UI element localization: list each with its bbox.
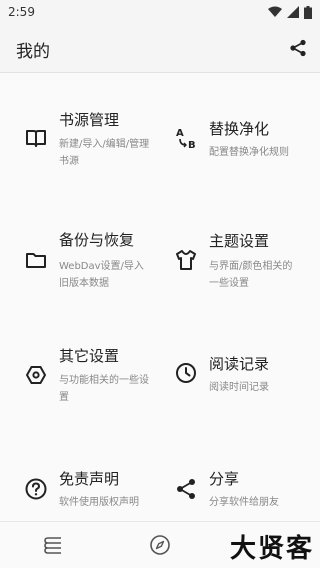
clock-icon <box>176 363 196 383</box>
compass-icon[interactable] <box>149 534 171 556</box>
status-icons <box>268 5 312 19</box>
app-bar: 我的 <box>0 24 320 73</box>
page-title: 我的 <box>16 42 50 62</box>
help-circle-icon <box>25 478 47 500</box>
menu-item-replace[interactable]: A B 替换净化 配置替换净化规则 <box>160 73 320 185</box>
watermark: 大贤客 <box>229 534 314 564</box>
battery-icon <box>304 5 312 19</box>
menu-item-book-source[interactable]: 书源管理 新建/导入/编辑/管理书源 <box>0 73 160 185</box>
share-icon <box>177 479 195 499</box>
svg-text:B: B <box>188 140 196 150</box>
menu-item-other-settings[interactable]: 其它设置 与功能相关的一些设置 <box>0 297 160 409</box>
book-icon <box>26 130 46 147</box>
signal-icon <box>287 6 299 18</box>
menu-item-desc: 阅读时间记录 <box>209 382 269 393</box>
menu-item-desc: 分享软件给朋友 <box>209 497 279 508</box>
share-icon[interactable] <box>288 38 308 58</box>
menu-item-title: 免责声明 <box>59 470 120 488</box>
svg-text:A: A <box>176 128 184 139</box>
menu-item-theme[interactable]: 主题设置 与界面/颜色相关的一些设置 <box>160 185 320 297</box>
folder-icon <box>26 253 46 268</box>
bookshelf-icon[interactable] <box>43 534 65 556</box>
wifi-icon <box>268 6 282 17</box>
menu-item-title: 其它设置 <box>59 347 120 365</box>
menu-item-desc: WebDav设置/导入旧版本数据 <box>59 261 144 289</box>
status-time: 2:59 <box>8 5 35 19</box>
menu-item-desc: 软件使用版权声明 <box>59 497 139 508</box>
menu-item-desc: 配置替换净化规则 <box>209 147 289 158</box>
menu-item-title: 阅读记录 <box>209 355 270 373</box>
settings-hex-icon <box>26 366 46 384</box>
menu-item-title: 替换净化 <box>209 120 270 138</box>
menu-item-desc: 新建/导入/编辑/管理书源 <box>59 139 150 167</box>
menu-item-desc: 与功能相关的一些设置 <box>59 375 149 403</box>
tshirt-icon <box>176 250 196 270</box>
status-bar: 2:59 <box>0 0 320 24</box>
replace-ab-icon: A B <box>176 128 196 150</box>
menu-item-title: 主题设置 <box>209 232 270 250</box>
menu-item-disclaimer[interactable]: 免责声明 软件使用版权声明 <box>0 409 160 521</box>
menu-item-title: 备份与恢复 <box>59 231 135 249</box>
menu-item-title: 书源管理 <box>59 111 120 129</box>
menu-item-desc: 与界面/颜色相关的一些设置 <box>209 261 293 289</box>
menu-item-backup[interactable]: 备份与恢复 WebDav设置/导入旧版本数据 <box>0 185 160 297</box>
menu-item-share[interactable]: 分享 分享软件给朋友 <box>160 409 320 521</box>
settings-grid: 书源管理 新建/导入/编辑/管理书源 A B 替换净化 配置替换净化规则 备份与… <box>0 73 320 521</box>
menu-item-title: 分享 <box>209 470 240 488</box>
menu-item-reading-record[interactable]: 阅读记录 阅读时间记录 <box>160 297 320 409</box>
